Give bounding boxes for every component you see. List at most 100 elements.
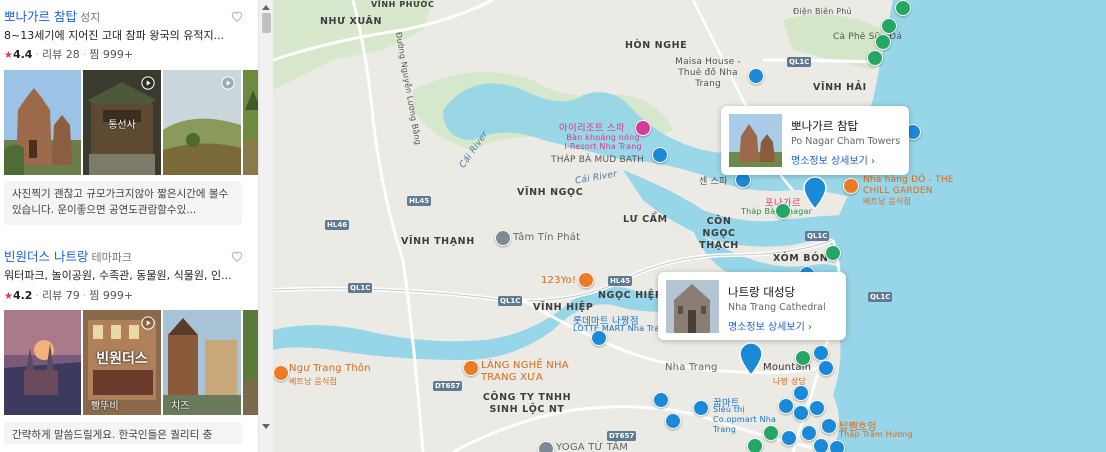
photo-vinwonders-sign[interactable]: 빈원더스 빵뚜비: [83, 310, 161, 415]
poi-label: 베트남 음식점: [289, 377, 338, 386]
restaurant-pin[interactable]: [793, 405, 809, 421]
hotel-pin[interactable]: [763, 425, 779, 441]
shop-pin[interactable]: [653, 392, 669, 408]
photo-extra[interactable]: [243, 70, 258, 175]
scroll-thumb[interactable]: [262, 13, 271, 33]
road-shield: QL1C: [868, 292, 893, 302]
photo-castle[interactable]: [4, 310, 81, 415]
restaurant-pin[interactable]: [818, 360, 834, 376]
road-shield: QL1C: [498, 296, 523, 306]
restaurant-pin[interactable]: [813, 438, 829, 452]
rating: 4.2: [12, 289, 33, 302]
poi-label: 123Yo!: [541, 275, 577, 286]
map-info-card-po-nagar[interactable]: 뽀나가르 참탑 Po Nagar Cham Towers 명소정보 상세보기 ›: [721, 106, 909, 175]
photo-extra[interactable]: [243, 310, 258, 415]
card-subtitle: Nha Trang Cathedral: [728, 302, 826, 313]
road-shield: DT657: [607, 431, 637, 441]
star-icon: ★: [4, 291, 13, 302]
reviews-count: 리뷰 79: [41, 289, 80, 302]
photo-street[interactable]: 치즈: [163, 310, 241, 415]
place-category: 성지: [79, 11, 101, 24]
hotel-pin[interactable]: [825, 245, 841, 261]
photo-strip[interactable]: 통선사: [4, 70, 258, 175]
restaurant-pin[interactable]: [801, 425, 817, 441]
hotel-pin[interactable]: [875, 34, 891, 50]
district-label: NGỌC HIỆP: [598, 290, 663, 301]
place-name[interactable]: 빈원더스 나트랑: [4, 249, 88, 264]
saves-count: 찜 999+: [89, 289, 134, 302]
street-label: Điện Biên Phủ: [793, 7, 852, 16]
hotel-pin[interactable]: [881, 18, 897, 34]
district-label: CÔN NGỌC THẠCH: [699, 216, 739, 251]
road-shield: HL46: [325, 220, 350, 230]
photo-temple[interactable]: 통선사: [83, 70, 161, 175]
shop-pin[interactable]: [748, 68, 764, 84]
photo-overlay-title: 빈원더스: [96, 351, 148, 367]
card-title: 나트랑 대성당: [728, 285, 796, 299]
scroll-down-icon[interactable]: [262, 424, 270, 429]
restaurant-pin[interactable]: [813, 345, 829, 361]
photo-strip[interactable]: 빈원더스 빵뚜비 치즈: [4, 310, 258, 415]
restaurant-pin[interactable]: [781, 430, 797, 446]
rating: 4.4: [12, 48, 33, 61]
road-shield: QL1C: [787, 57, 812, 67]
district-label: VĨNH THẠNH: [401, 236, 475, 247]
map-view[interactable]: NHƯ XUÂN HÒN NGHE VĨNH PHƯỚC VĨNH HẢI VĨ…: [273, 0, 1106, 452]
poi-label: Maisa House - Thuê đồ Nha Trang: [675, 57, 741, 89]
reviews-count: 리뷰 28: [41, 48, 80, 61]
hotel-pin[interactable]: [747, 438, 763, 452]
heart-icon[interactable]: [230, 9, 244, 23]
poi-label: Tâm Tín Phát: [513, 232, 581, 243]
restaurant-pin[interactable]: [793, 385, 809, 401]
heart-icon[interactable]: [230, 249, 244, 263]
saves-count: 찜 999+: [89, 48, 134, 61]
poi-label: 아이리조트 스파: [559, 123, 625, 134]
road-shield: HL45: [608, 276, 633, 286]
district-label: HÒN NGHE: [625, 40, 688, 51]
place-category: 테마파크: [91, 251, 132, 264]
hotel-pin[interactable]: [895, 0, 911, 16]
card-thumbnail: [729, 114, 782, 167]
restaurant-pin[interactable]: [821, 418, 837, 434]
panel-scrollbar[interactable]: [258, 0, 273, 452]
review-snippet[interactable]: 간략하게 말씀드릴게요. 한국인들은 퀄리티 충: [4, 422, 242, 444]
card-detail-link[interactable]: 명소정보 상세보기 ›: [791, 152, 875, 167]
card-detail-link[interactable]: 명소정보 상세보기 ›: [728, 318, 812, 333]
hotel-pin[interactable]: [867, 50, 883, 66]
spa-pin[interactable]: [652, 147, 668, 163]
shop-pin[interactable]: [591, 330, 607, 346]
review-snippet[interactable]: 사진찍기 괜찮고 규모가크지않아 짧은시간에 볼수있습니다. 운이좋으면 공연도…: [4, 181, 242, 225]
selected-pin-cathedral[interactable]: [738, 342, 764, 376]
place-description: 워터파크, 놀이공원, 수족관, 동물원, 식물원, 인...: [4, 269, 232, 282]
play-icon: [141, 76, 155, 90]
star-icon: ★: [4, 50, 13, 61]
hotel-pin[interactable]: [795, 350, 811, 366]
poi-label: 베트남 음식점: [863, 197, 912, 206]
poi-label: YOGA TỪ TÂM: [556, 442, 629, 452]
restaurant-pin[interactable]: [273, 365, 289, 381]
poi-label: Ngư Trang Thôn: [289, 363, 371, 374]
shop-pin[interactable]: [665, 413, 681, 429]
scroll-up-icon[interactable]: [262, 5, 270, 10]
shop-pin[interactable]: [693, 400, 709, 416]
road-shield: QL1C: [348, 283, 373, 293]
attraction-pin[interactable]: [775, 203, 791, 219]
map-info-card-cathedral[interactable]: 나트랑 대성당 Nha Trang Cathedral 명소정보 상세보기 ›: [658, 272, 846, 340]
selected-pin-po-nagar[interactable]: [802, 176, 828, 210]
poi-label: Tháp Trầm Hương: [839, 430, 913, 439]
restaurant-pin[interactable]: [778, 398, 794, 414]
place-pin[interactable]: [538, 441, 554, 452]
restaurant-pin[interactable]: [843, 178, 859, 194]
restaurant-pin[interactable]: [463, 360, 479, 376]
place-name[interactable]: 뽀나가르 참탑: [4, 9, 77, 24]
restaurant-pin[interactable]: [578, 272, 594, 288]
photo-author: 빵뚜비: [91, 401, 119, 412]
district-label: VĨNH PHƯỚC: [371, 0, 435, 9]
photo-hills[interactable]: [163, 70, 241, 175]
city-label: Nha Trang: [665, 362, 718, 373]
district-label: CÔNG TY TNHH SINH LỘC NT: [482, 392, 572, 415]
place-pin[interactable]: [495, 230, 511, 246]
restaurant-pin[interactable]: [809, 400, 825, 416]
restaurant-pin[interactable]: [829, 440, 845, 452]
photo-tower[interactable]: [4, 70, 81, 175]
